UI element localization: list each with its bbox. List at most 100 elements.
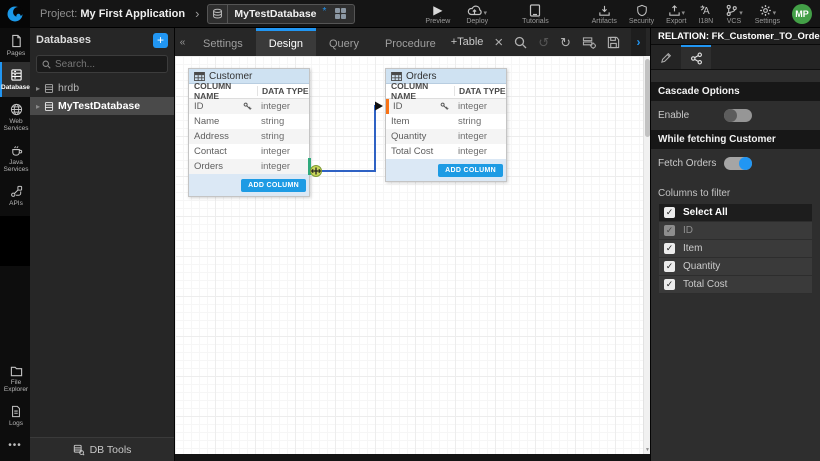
while-fetching-header: While fetching Customer: [651, 130, 820, 149]
document-icon: [10, 34, 23, 48]
add-database-button[interactable]: +: [153, 33, 168, 48]
option-select-all[interactable]: Select All: [659, 204, 812, 222]
relation-inspector-panel: RELATION: FK_Customer_TO_Orders_O... Cas…: [650, 28, 820, 461]
checkbox[interactable]: [664, 243, 675, 254]
entity-table-customer[interactable]: Customer COLUMN NAME DATA TYPE ID intege…: [188, 68, 310, 197]
project-name[interactable]: My First Application: [80, 8, 185, 20]
app-window: Project: My First Application › MyTestDa…: [0, 0, 820, 461]
option-quantity[interactable]: Quantity: [659, 258, 812, 276]
collapse-panel-icon[interactable]: «: [175, 28, 190, 56]
option-label: Select All: [683, 207, 728, 218]
table-row[interactable]: ID integer: [189, 99, 309, 114]
security-button[interactable]: Security: [629, 3, 654, 25]
add-column-button[interactable]: ADD COLUMN: [241, 179, 306, 192]
tab-procedure[interactable]: Procedure: [372, 28, 449, 56]
chevron-down-icon: ▾: [739, 10, 743, 17]
database-search[interactable]: [36, 55, 168, 73]
export-button[interactable]: ▾ Export: [666, 3, 686, 25]
redo-icon[interactable]: ↻: [560, 36, 571, 49]
delete-icon[interactable]: ×: [494, 35, 503, 50]
save-icon[interactable]: [607, 36, 620, 49]
option-label: ID: [683, 225, 693, 236]
table-name: Orders: [406, 71, 437, 82]
document-tab-mytestdatabase[interactable]: MyTestDatabase *: [207, 4, 355, 24]
relation-anchor-bar[interactable]: [308, 158, 311, 175]
sidebar-item-file-explorer[interactable]: File Explorer: [0, 359, 30, 399]
design-toolbar: +Table × ↺ ↻ ›: [451, 28, 650, 56]
table-row-orders-fk-source[interactable]: Orders integer: [189, 159, 309, 174]
tab-settings[interactable]: Settings: [190, 28, 256, 56]
activity-bar: Pages Databases Web Services Java Servic…: [0, 28, 30, 461]
expand-panel-icon[interactable]: ›: [631, 28, 646, 56]
sidebar-item-web-services[interactable]: Web Services: [0, 97, 30, 138]
add-table-button[interactable]: +Table: [451, 36, 484, 48]
db-tools-button[interactable]: DB Tools: [30, 437, 174, 461]
chevron-down-icon: ▾: [682, 10, 686, 17]
tutorials-button[interactable]: Tutorials: [522, 3, 549, 25]
schema-canvas[interactable]: Customer COLUMN NAME DATA TYPE ID intege…: [175, 56, 650, 454]
sidebar-item-databases[interactable]: Databases: [0, 62, 30, 96]
key-icon: [440, 102, 449, 111]
designer-tab-bar: « Settings Design Query Procedure +Table…: [175, 28, 650, 56]
tab-relation[interactable]: [681, 45, 711, 69]
sidebar-item-logs[interactable]: Logs: [0, 399, 30, 432]
table-icon: [194, 72, 205, 81]
sidebar-item-pages[interactable]: Pages: [0, 28, 30, 62]
tab-query[interactable]: Query: [316, 28, 372, 56]
cloud-upload-icon: [467, 4, 482, 17]
databases-panel-header: Databases +: [30, 28, 174, 52]
api-icon: [10, 185, 23, 198]
gear-icon: [759, 4, 772, 17]
deploy-button[interactable]: ▾ Deploy: [466, 3, 488, 25]
entity-table-orders[interactable]: Orders COLUMN NAME DATA TYPE ID integer …: [385, 68, 507, 182]
table-row-id-fk-target[interactable]: ID integer: [386, 99, 506, 114]
checkbox[interactable]: [664, 207, 675, 218]
sidebar-item-apis[interactable]: APIs: [0, 179, 30, 212]
tab-edit-column[interactable]: [651, 45, 681, 69]
option-item[interactable]: Item: [659, 240, 812, 258]
databases-panel: Databases + ▸ hrdb ▸ MyTestDatabase: [30, 28, 175, 461]
i18n-button[interactable]: A I18N: [698, 3, 713, 25]
checkbox[interactable]: [664, 261, 675, 272]
checkbox[interactable]: [664, 279, 675, 290]
table-row[interactable]: Contact integer: [189, 144, 309, 159]
columns-to-filter-label: Columns to filter: [651, 178, 820, 204]
relation-arrowhead: [375, 102, 383, 111]
table-row[interactable]: Total Cost integer: [386, 144, 506, 159]
canvas-vertical-scrollbar[interactable]: ▼: [643, 56, 650, 454]
chevron-right-icon[interactable]: ▸: [36, 84, 40, 93]
enable-toggle[interactable]: [724, 109, 752, 122]
undo-icon[interactable]: ↺: [538, 36, 549, 49]
table-row[interactable]: Address string: [189, 129, 309, 144]
preview-button[interactable]: ▶ Preview: [425, 3, 450, 25]
database-icon: [44, 83, 54, 94]
update-database-icon[interactable]: [582, 36, 596, 49]
branch-icon: [725, 4, 738, 17]
settings-button[interactable]: ▾ Settings: [755, 3, 780, 25]
more-options-icon[interactable]: •••: [0, 432, 30, 461]
table-row[interactable]: Item string: [386, 114, 506, 129]
option-total-cost[interactable]: Total Cost: [659, 276, 812, 294]
sidebar-item-java-services[interactable]: Java Services: [0, 138, 30, 179]
fetch-orders-toggle[interactable]: [724, 157, 752, 170]
chevron-right-icon[interactable]: ▸: [36, 102, 40, 111]
add-column-button[interactable]: ADD COLUMN: [438, 164, 503, 177]
inspector-tabs: [651, 45, 820, 70]
wavemaker-logo[interactable]: [0, 0, 30, 28]
option-id[interactable]: ID: [659, 222, 812, 240]
pencil-icon: [660, 52, 672, 64]
tree-item-mytestdatabase[interactable]: ▸ MyTestDatabase: [30, 97, 174, 115]
user-avatar[interactable]: MP: [792, 4, 812, 24]
tab-design[interactable]: Design: [256, 28, 316, 56]
grid-view-icon[interactable]: [330, 4, 350, 24]
tree-item-hrdb[interactable]: ▸ hrdb: [30, 79, 174, 97]
vcs-button[interactable]: ▾ VCS: [725, 3, 743, 25]
zoom-search-icon[interactable]: [514, 36, 527, 49]
artifacts-button[interactable]: Artifacts: [592, 3, 617, 25]
activity-bar-spacer: [0, 216, 30, 266]
column-header-row: COLUMN NAME DATA TYPE: [386, 84, 506, 99]
search-input[interactable]: [55, 59, 162, 70]
table-row[interactable]: Name string: [189, 114, 309, 129]
relation-drag-handle[interactable]: [311, 166, 322, 177]
table-row[interactable]: Quantity integer: [386, 129, 506, 144]
